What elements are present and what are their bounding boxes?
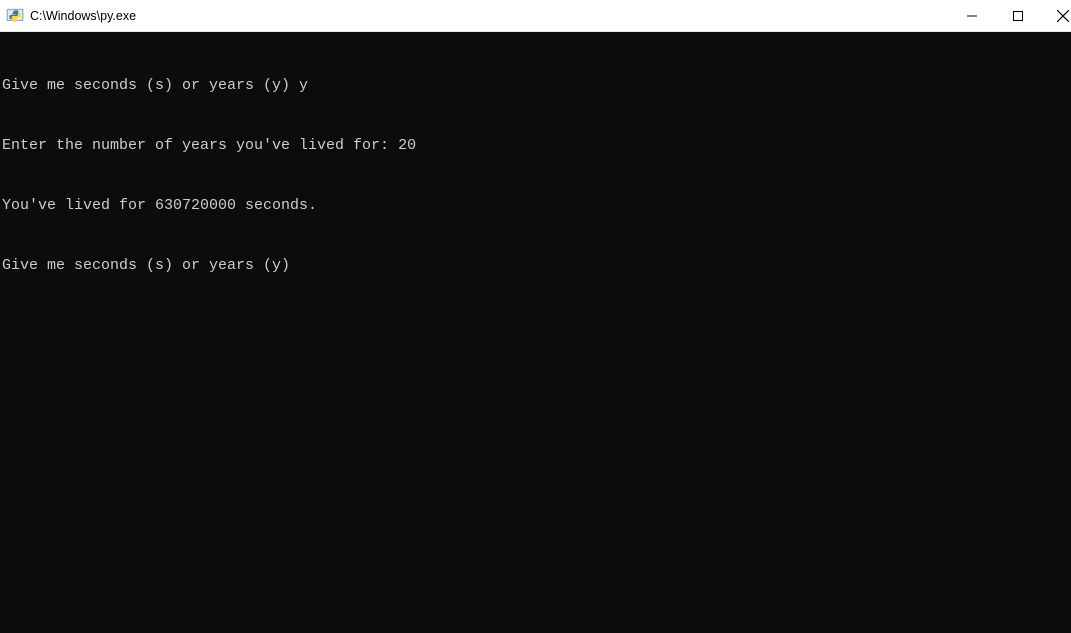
minimize-button[interactable] bbox=[949, 0, 995, 31]
window-controls bbox=[949, 0, 1071, 31]
window-title: C:\Windows\py.exe bbox=[30, 9, 949, 23]
python-app-icon bbox=[6, 7, 24, 25]
console-line: Give me seconds (s) or years (y) y bbox=[2, 76, 1069, 96]
console-line: Give me seconds (s) or years (y) bbox=[2, 256, 1069, 276]
window-titlebar[interactable]: C:\Windows\py.exe bbox=[0, 0, 1071, 32]
maximize-button[interactable] bbox=[995, 0, 1041, 31]
close-button[interactable] bbox=[1041, 0, 1071, 31]
console-line: You've lived for 630720000 seconds. bbox=[2, 196, 1069, 216]
console-line: Enter the number of years you've lived f… bbox=[2, 136, 1069, 156]
console-output[interactable]: Give me seconds (s) or years (y) y Enter… bbox=[0, 32, 1071, 633]
